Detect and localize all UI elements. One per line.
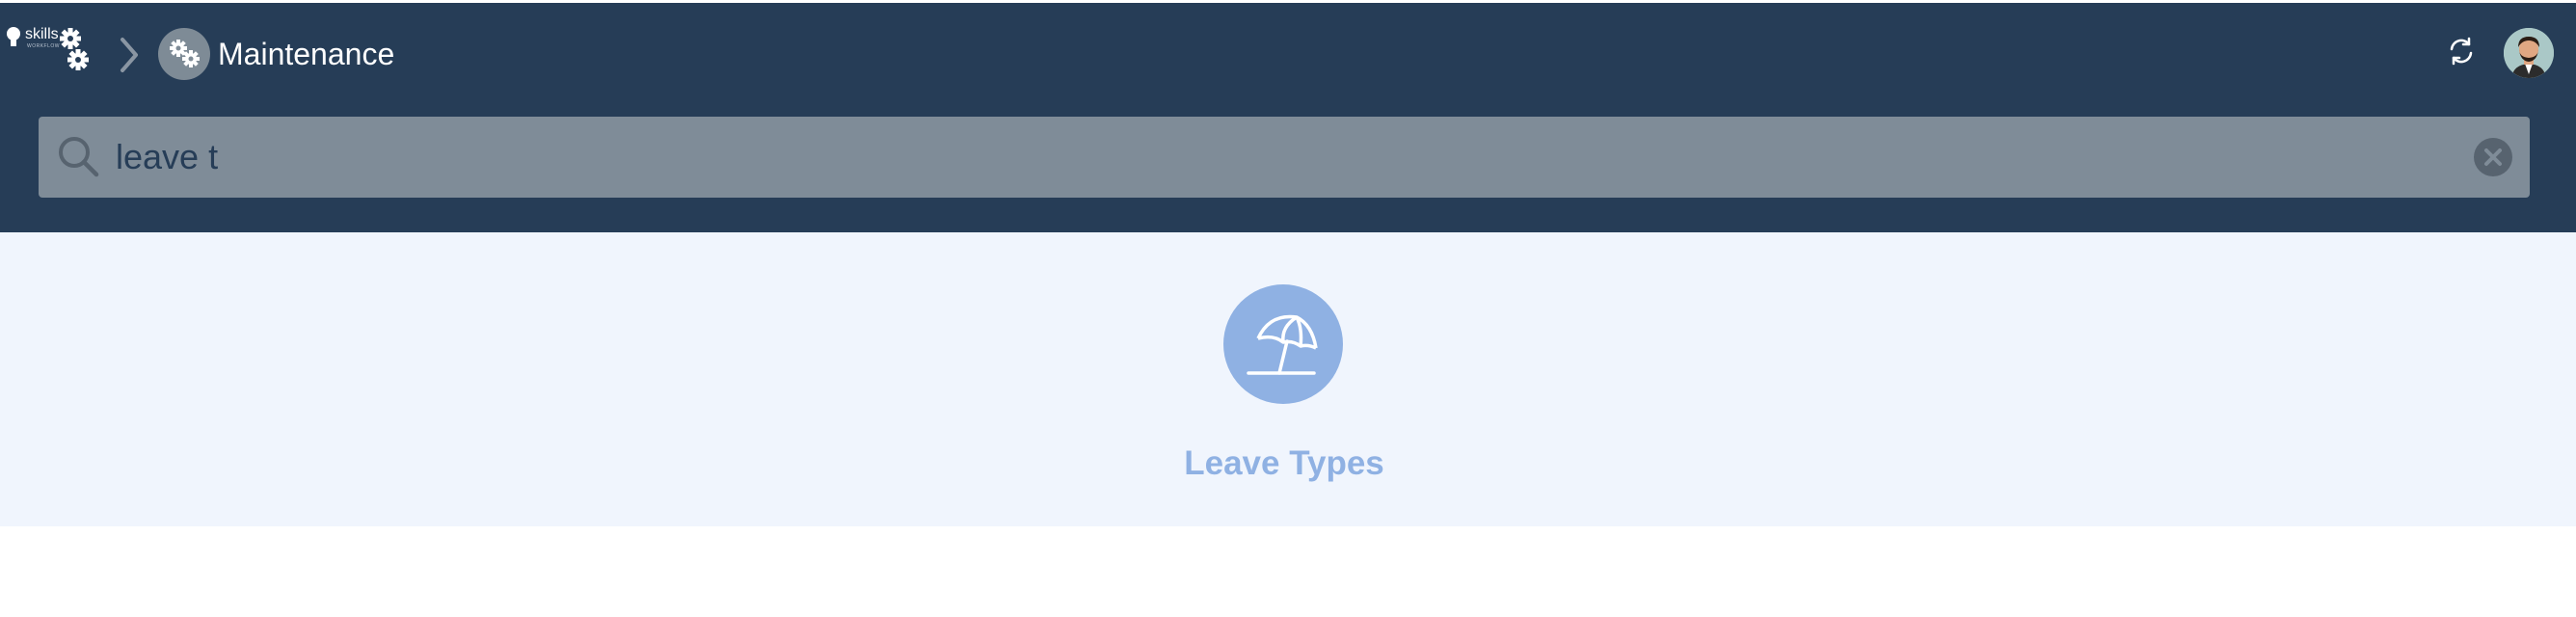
user-avatar[interactable] [2504,28,2554,78]
app-logo[interactable]: skills WORKFLOW [4,22,96,76]
search-bar [39,117,2530,198]
result-tile-leave-types[interactable]: Leave Types [1178,244,1390,514]
logo-subtext: WORKFLOW [27,43,60,49]
app-header: skills WORKFLOW Maintenance leave t [0,3,2576,232]
tile-icon-circle [1223,284,1343,404]
refresh-icon[interactable] [2446,36,2477,67]
lightbulb-icon [7,27,20,46]
search-input[interactable] [116,128,2429,186]
results-area: Leave Types [0,232,2576,526]
logo-text: skills [25,26,59,42]
search-icon [59,137,99,177]
breadcrumb-maintenance-icon[interactable] [158,28,210,80]
clear-search-icon[interactable] [2472,136,2514,178]
gears-icon [170,40,200,67]
tile-label: Leave Types [1184,444,1384,482]
gear-icon [67,49,89,70]
chevron-right-icon [121,38,138,72]
beach-umbrella-icon [1247,314,1318,375]
user-avatar-icon [2504,28,2554,78]
breadcrumb-title[interactable]: Maintenance [218,35,394,73]
